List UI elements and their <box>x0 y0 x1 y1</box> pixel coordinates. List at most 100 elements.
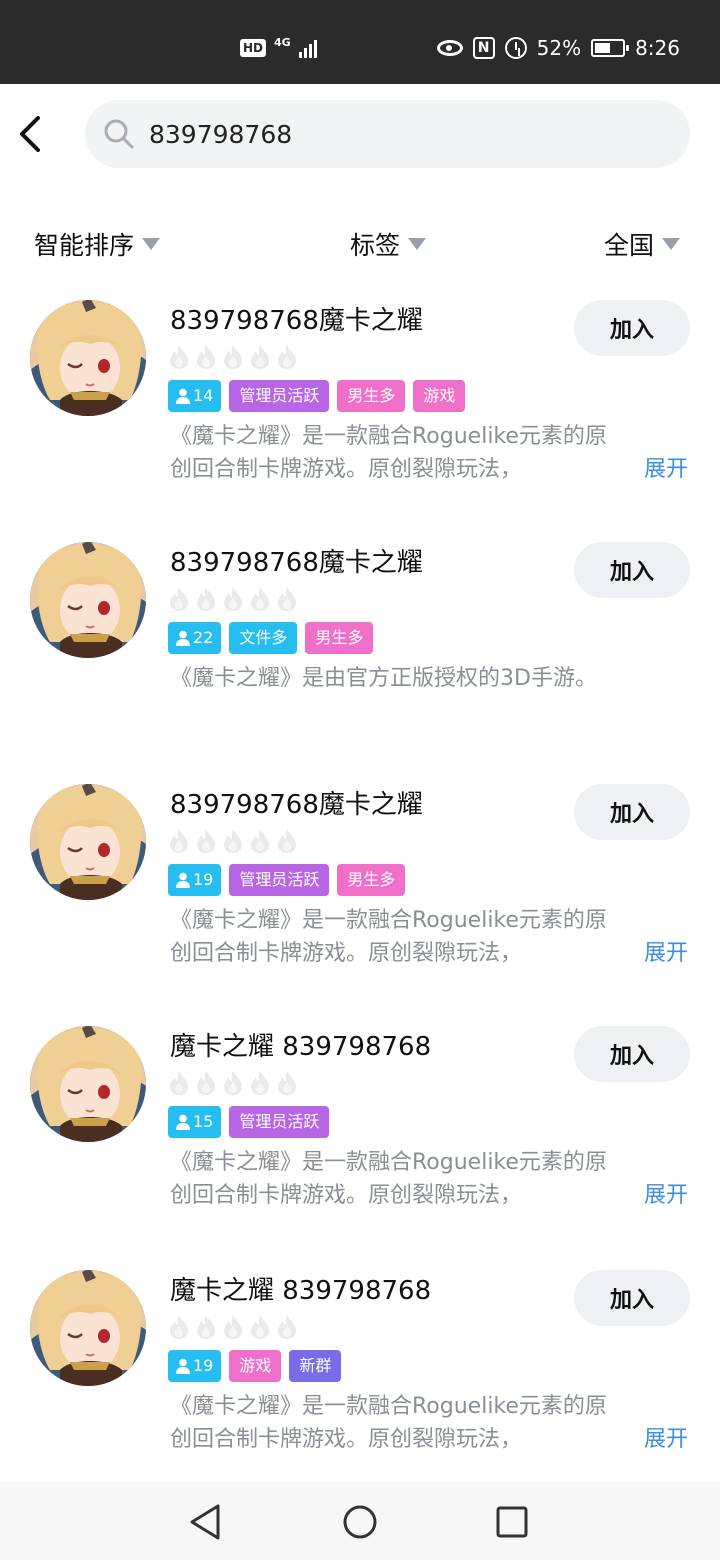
flame-icon <box>197 587 215 611</box>
caret-down-icon <box>408 238 427 250</box>
flame-icon <box>170 1315 188 1339</box>
flame-icon <box>197 829 215 853</box>
expand-link[interactable]: 展开 <box>603 1179 688 1212</box>
group-tag: 男生多 <box>305 622 374 654</box>
flame-icon <box>251 829 269 853</box>
group-tag: 男生多 <box>337 864 406 896</box>
tags-filter-label: 标签 <box>350 231 401 260</box>
flame-icon <box>251 345 269 369</box>
group-list-item[interactable]: 魔卡之耀 839798768 15 管理员活跃《魔卡之耀》是一款融合Roguelik… <box>0 1026 720 1226</box>
activity-rating <box>168 1070 298 1096</box>
group-tag: 文件多 <box>229 622 298 654</box>
tags-filter[interactable]: 标签 <box>350 226 427 262</box>
flame-icon <box>278 345 296 369</box>
status-bar: HD 4G N 52% 8:26 <box>0 0 720 84</box>
region-filter-label: 全国 <box>604 231 655 260</box>
flame-icon <box>224 1071 242 1095</box>
activity-rating <box>168 586 298 612</box>
flame-icon <box>278 829 296 853</box>
group-name: 839798768魔卡之耀 <box>170 548 423 578</box>
person-icon <box>176 388 190 404</box>
join-button[interactable]: 加入 <box>574 300 690 356</box>
navigation-bar <box>0 1482 720 1560</box>
group-list-item[interactable]: 839798768魔卡之耀 14 管理员活跃 男生多 游戏 《魔卡之耀》是一款融合Rogu… <box>0 300 720 500</box>
activity-rating <box>168 828 298 854</box>
region-filter[interactable]: 全国 <box>604 226 681 262</box>
network-indicators: HD 4G <box>240 35 317 58</box>
flame-icon <box>278 587 296 611</box>
group-tag: 管理员活跃 <box>229 1106 330 1138</box>
group-avatar[interactable] <box>30 1026 146 1142</box>
eye-icon <box>436 40 463 56</box>
hd-badge: HD <box>240 39 267 57</box>
sort-filter-label: 智能排序 <box>34 231 135 260</box>
battery-icon <box>591 39 630 57</box>
group-avatar[interactable] <box>30 542 146 658</box>
circle-home-icon[interactable] <box>340 1502 380 1542</box>
group-tag: 管理员活跃 <box>229 864 330 896</box>
group-tags: 19 游戏 新群 <box>168 1350 342 1382</box>
person-icon <box>176 1114 190 1130</box>
join-button[interactable]: 加入 <box>574 1026 690 1082</box>
expand-link[interactable]: 展开 <box>603 937 688 970</box>
flame-icon <box>170 587 188 611</box>
join-button[interactable]: 加入 <box>574 542 690 598</box>
sort-filter[interactable]: 智能排序 <box>34 226 161 262</box>
member-count: 19 <box>193 870 214 889</box>
description-line: 《魔卡之耀》是一款融合Roguelike元素的原 <box>170 424 607 449</box>
flame-icon <box>170 829 188 853</box>
activity-rating <box>168 1314 298 1340</box>
flame-icon <box>224 587 242 611</box>
member-count: 15 <box>193 1112 214 1131</box>
group-tags: 19 管理员活跃 男生多 <box>168 864 406 896</box>
avatar-image <box>30 1026 146 1142</box>
person-icon <box>176 630 190 646</box>
member-count-tag: 22 <box>168 622 222 654</box>
expand-link[interactable]: 展开 <box>603 1423 688 1456</box>
avatar-image <box>30 542 146 658</box>
member-count: 22 <box>193 628 214 647</box>
group-avatar[interactable] <box>30 300 146 416</box>
group-tags: 14 管理员活跃 男生多 游戏 <box>168 380 466 412</box>
description-line: 《魔卡之耀》是由官方正版授权的3D手游。 <box>170 666 597 691</box>
group-name: 839798768魔卡之耀 <box>170 790 423 820</box>
search-icon <box>104 119 134 149</box>
back-arrow-icon[interactable] <box>18 116 58 156</box>
flame-icon <box>224 829 242 853</box>
flame-icon <box>278 1315 296 1339</box>
group-tag: 新群 <box>289 1350 342 1382</box>
avatar-image <box>30 1270 146 1386</box>
nfc-icon: N <box>472 37 495 59</box>
expand-link[interactable]: 展开 <box>603 453 688 486</box>
group-list-item[interactable]: 魔卡之耀 839798768 19 游戏 新群 《魔卡之耀》是一款融合Roguelike… <box>0 1270 720 1470</box>
square-recents-icon[interactable] <box>492 1502 532 1542</box>
flame-icon <box>197 345 215 369</box>
group-name: 魔卡之耀 839798768 <box>170 1276 432 1306</box>
flame-icon <box>278 1071 296 1095</box>
description-line: 《魔卡之耀》是一款融合Roguelike元素的原 <box>170 1150 607 1175</box>
avatar-image <box>30 300 146 416</box>
group-tag: 游戏 <box>413 380 466 412</box>
group-list-item[interactable]: 839798768魔卡之耀 22 文件多 男生多《魔卡之耀》是由官方正版授权的3D手游… <box>0 542 720 742</box>
search-input[interactable] <box>149 100 669 168</box>
group-avatar[interactable] <box>30 784 146 900</box>
network-type: 4G <box>274 35 291 49</box>
group-tag: 游戏 <box>229 1350 282 1382</box>
group-list-item[interactable]: 839798768魔卡之耀 19 管理员活跃 男生多 《魔卡之耀》是一款融合Roguel… <box>0 784 720 984</box>
group-tags: 15 管理员活跃 <box>168 1106 330 1138</box>
join-button[interactable]: 加入 <box>574 1270 690 1326</box>
flame-icon <box>251 1071 269 1095</box>
flame-icon <box>197 1071 215 1095</box>
system-indicators: N 52% 8:26 <box>436 36 680 60</box>
group-tag: 管理员活跃 <box>229 380 330 412</box>
group-tag: 男生多 <box>337 380 406 412</box>
avatar-image <box>30 784 146 900</box>
flame-icon <box>197 1315 215 1339</box>
flame-icon <box>251 587 269 611</box>
flame-icon <box>170 345 188 369</box>
search-bar[interactable] <box>85 100 690 168</box>
group-avatar[interactable] <box>30 1270 146 1386</box>
triangle-back-icon[interactable] <box>186 1502 226 1542</box>
group-name: 魔卡之耀 839798768 <box>170 1032 432 1062</box>
join-button[interactable]: 加入 <box>574 784 690 840</box>
